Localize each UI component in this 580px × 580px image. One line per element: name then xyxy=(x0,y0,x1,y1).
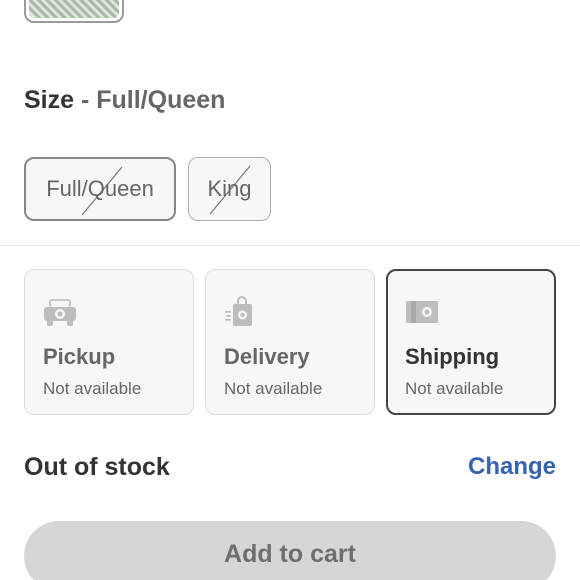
fulfillment-option-shipping[interactable]: Shipping Not available xyxy=(386,269,556,415)
color-swatch[interactable] xyxy=(24,0,124,23)
selected-size-value: Full/Queen xyxy=(96,86,226,114)
fulfillment-title: Pickup xyxy=(43,344,116,369)
fulfillment-status: Not available xyxy=(224,379,323,398)
add-to-cart-button[interactable]: Add to cart xyxy=(24,521,556,580)
fulfillment-title: Shipping xyxy=(405,344,500,369)
fulfillment-status: Not available xyxy=(43,379,142,398)
fulfillment-title: Delivery xyxy=(224,344,310,369)
size-option-label: Full/Queen xyxy=(46,176,154,201)
product-purchase-panel: Size - Full/Queen Full/Queen King Pickup… xyxy=(0,0,580,580)
size-option-label: King xyxy=(207,176,252,201)
swatch-image xyxy=(29,0,119,18)
size-heading: Size - Full/Queen xyxy=(24,86,225,115)
fulfillment-option-delivery[interactable]: Delivery Not available xyxy=(205,269,375,415)
shipping-box-icon xyxy=(406,301,438,323)
fulfillment-option-pickup[interactable]: Pickup Not available xyxy=(24,269,194,415)
size-option-king[interactable]: King xyxy=(188,157,271,221)
change-link[interactable]: Change xyxy=(468,453,556,481)
size-option-full-queen[interactable]: Full/Queen xyxy=(24,157,176,221)
stock-status: Out of stock xyxy=(24,453,170,481)
size-heading-label: Size xyxy=(24,86,75,114)
size-separator: - xyxy=(74,86,97,114)
shopping-bag-icon xyxy=(225,296,252,326)
section-divider xyxy=(0,245,580,246)
car-icon xyxy=(44,299,76,326)
fulfillment-status: Not available xyxy=(405,379,504,398)
